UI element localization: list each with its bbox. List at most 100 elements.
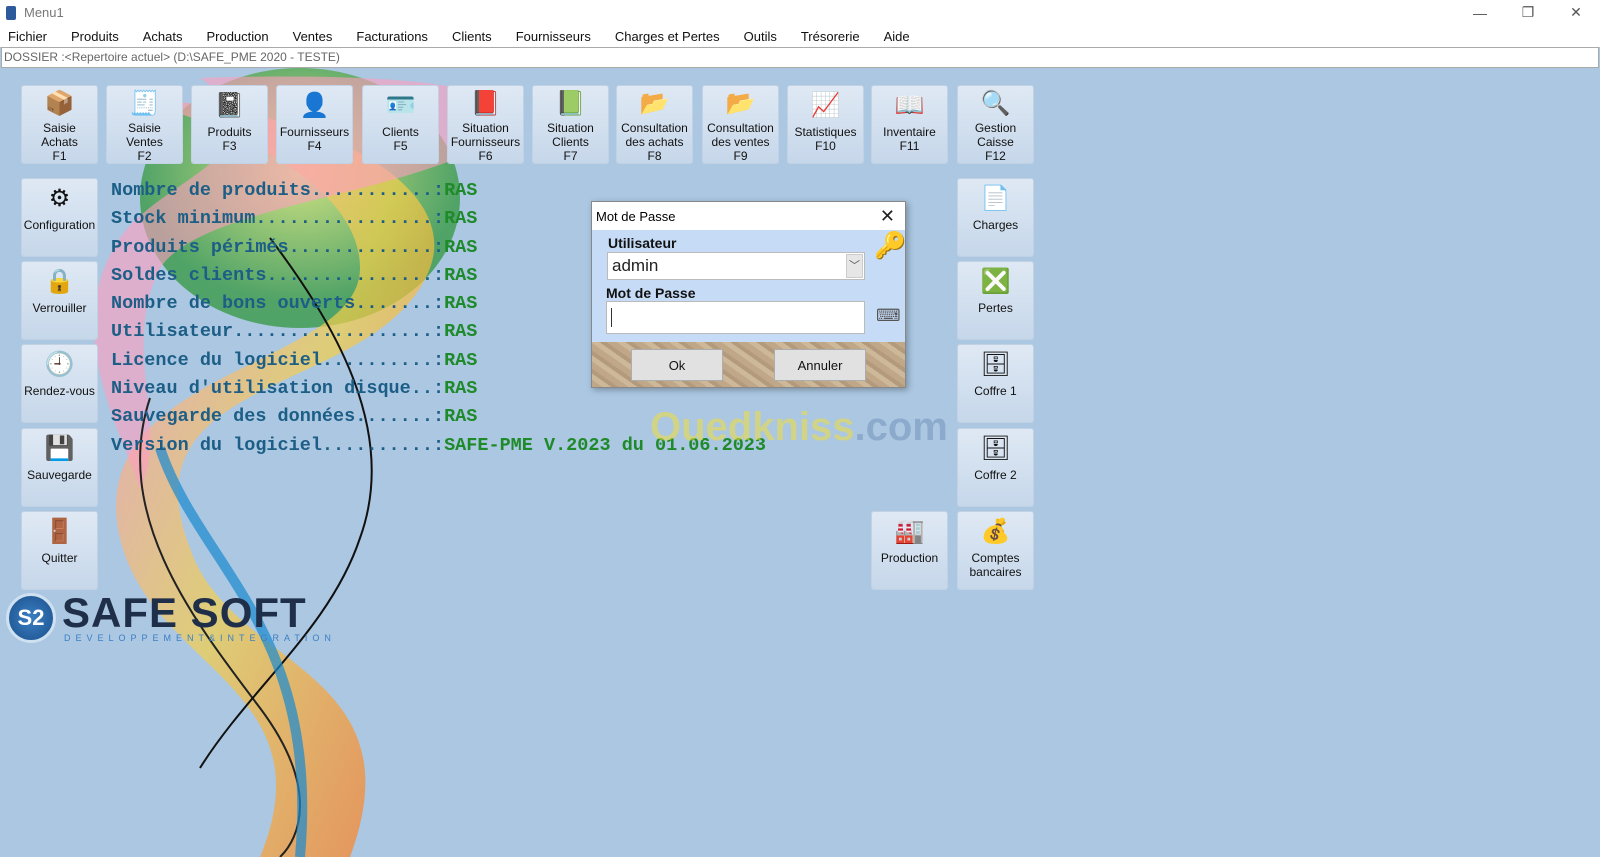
tile-label: bancaires xyxy=(969,565,1022,579)
menu-aide[interactable]: Aide xyxy=(876,29,922,44)
folder-icon: 📂 xyxy=(639,90,670,117)
tile-label: Clients xyxy=(552,135,589,149)
tile-gestion-caisse[interactable]: 🔍 Gestion Caisse F12 xyxy=(958,86,1033,163)
menu-fichier[interactable]: Fichier xyxy=(0,29,59,44)
tile-sauvegarde[interactable]: 💾 Sauvegarde xyxy=(22,429,97,506)
menu-clients[interactable]: Clients xyxy=(444,29,504,44)
user-label: Utilisateur xyxy=(608,235,677,251)
password-dialog: Mot de Passe ✕ Utilisateur admin ﹀ 🔑 Mot … xyxy=(591,201,906,388)
restore-button[interactable]: ❐ xyxy=(1504,0,1552,25)
tile-fournisseurs-f4[interactable]: 👤 Fournisseurs F4 xyxy=(277,86,352,163)
minimize-button[interactable]: — xyxy=(1456,0,1504,25)
tile-label: F8 xyxy=(647,149,662,163)
menu-ventes[interactable]: Ventes xyxy=(285,29,345,44)
tile-label: Consultation xyxy=(707,121,774,135)
window-title: Menu1 xyxy=(24,5,64,20)
info-value: RAS xyxy=(444,208,478,230)
tile-charges[interactable]: 📄 Charges xyxy=(958,179,1033,256)
tile-label: F5 xyxy=(393,139,408,153)
tile-label: Coffre 2 xyxy=(974,468,1017,482)
lock-icon: 🔒 xyxy=(44,268,75,295)
tile-label: F10 xyxy=(815,139,836,153)
menu-facturations[interactable]: Facturations xyxy=(348,29,440,44)
tile-label: Gestion xyxy=(974,121,1017,135)
info-label: Nombre de produits...........: xyxy=(111,180,445,201)
tile-coffre-2[interactable]: 🗄 Coffre 2 xyxy=(958,429,1033,506)
info-value: RAS xyxy=(444,321,478,343)
dialog-title: Mot de Passe xyxy=(596,208,676,224)
tile-produits-f3[interactable]: 📓 Produits F3 xyxy=(192,86,267,163)
password-input[interactable] xyxy=(606,301,865,334)
safe-icon: 🗄 xyxy=(980,435,1011,462)
tile-label: F2 xyxy=(137,149,152,163)
tile-statistiques-f10[interactable]: 📈 Statistiques F10 xyxy=(788,86,863,163)
virtual-keyboard-icon[interactable]: ⌨ xyxy=(876,306,901,326)
info-label: Utilisateur..................: xyxy=(111,321,445,343)
forklift-icon: 🏭 xyxy=(894,518,925,545)
tile-label: F1 xyxy=(52,149,67,163)
cancel-button[interactable]: Annuler xyxy=(774,349,866,381)
ok-button[interactable]: Ok xyxy=(631,349,723,381)
tile-label: Ventes xyxy=(126,135,163,149)
menu-trésorerie[interactable]: Trésorerie xyxy=(793,29,872,44)
tile-label: Saisie xyxy=(43,121,76,135)
tile-configuration[interactable]: ⚙ Configuration xyxy=(22,179,97,256)
tile-label: Configuration xyxy=(23,218,96,232)
tile-situation-clients[interactable]: 📗 Situation Clients F7 xyxy=(533,86,608,163)
tile-production[interactable]: 🏭 Production xyxy=(872,512,947,589)
tile-label: Caisse xyxy=(977,135,1014,149)
info-label: Version du logiciel..........: xyxy=(111,434,445,456)
tile-label: Inventaire xyxy=(883,125,936,139)
tile-label: F11 xyxy=(899,139,920,153)
tile-rendez-vous[interactable]: 🕘 Rendez-vous xyxy=(22,345,97,422)
user-combobox[interactable]: admin ﹀ xyxy=(607,252,865,280)
info-label: Licence du logiciel..........: xyxy=(111,349,445,371)
register-icon: 🧾 xyxy=(129,90,160,117)
dialog-button-bar: Ok Annuler xyxy=(592,342,905,387)
info-label: Soldes clients...............: xyxy=(111,264,445,286)
menu-produits[interactable]: Produits xyxy=(63,29,131,44)
tile-quitter[interactable]: 🚪 Quitter xyxy=(22,512,97,589)
dialog-close-button[interactable]: ✕ xyxy=(880,206,895,227)
menu-achats[interactable]: Achats xyxy=(135,29,195,44)
tile-label: Produits xyxy=(207,125,252,139)
tile-label: Coffre 1 xyxy=(974,384,1017,398)
tile-clients-f5[interactable]: 🪪 Clients F5 xyxy=(363,86,438,163)
magnifier-icon: 🔍 xyxy=(980,90,1011,117)
safe-soft-logo: S2 SAFE SOFT DEVELOPPEMENT&INTEGRATION xyxy=(6,592,336,643)
money-bag-icon: 💰 xyxy=(980,518,1011,545)
tile-situation-fournisseurs[interactable]: 📕 Situation Fournisseurs F6 xyxy=(448,86,523,163)
tile-consultation-des-achats[interactable]: 📂 Consultation des achats F8 xyxy=(617,86,692,163)
tile-label: Situation xyxy=(547,121,594,135)
menu-outils[interactable]: Outils xyxy=(736,29,789,44)
safe-icon: 🗄 xyxy=(980,351,1011,378)
tile-saisie-ventes[interactable]: 🧾 Saisie Ventes F2 xyxy=(107,86,182,163)
info-value: RAS xyxy=(444,349,478,371)
tile-saisie-achats[interactable]: 📦 Saisie Achats F1 xyxy=(22,86,97,163)
tile-label: Comptes xyxy=(971,551,1020,565)
tile-label: Achats xyxy=(41,135,78,149)
tile-coffre-1[interactable]: 🗄 Coffre 1 xyxy=(958,345,1033,422)
password-label: Mot de Passe xyxy=(606,285,696,301)
tile-label: F12 xyxy=(985,149,1006,163)
tile-label: Saisie xyxy=(128,121,161,135)
floppy-icon: 💾 xyxy=(44,435,75,462)
tile-label: Production xyxy=(880,551,939,565)
keys-icon: 🔑 xyxy=(874,230,907,260)
box-cross-icon: ❎ xyxy=(980,268,1011,295)
box-icon: 📦 xyxy=(44,90,75,117)
info-label: Sauvegarde des données.......: xyxy=(111,406,445,428)
chevron-down-icon[interactable]: ﹀ xyxy=(846,254,863,278)
tile-comptes[interactable]: 💰 Comptes bancaires xyxy=(958,512,1033,589)
info-value: RAS xyxy=(444,180,478,201)
tile-consultation-des-ventes[interactable]: 📂 Consultation des ventes F9 xyxy=(703,86,778,163)
tile-label: Verrouiller xyxy=(32,301,87,315)
tile-inventaire-f11[interactable]: 📖 Inventaire F11 xyxy=(872,86,947,163)
menu-charges-et-pertes[interactable]: Charges et Pertes xyxy=(607,29,732,44)
menu-production[interactable]: Production xyxy=(198,29,280,44)
tile-pertes[interactable]: ❎ Pertes xyxy=(958,262,1033,339)
close-button[interactable]: ✕ xyxy=(1552,0,1600,25)
menu-fournisseurs[interactable]: Fournisseurs xyxy=(508,29,603,44)
tile-verrouiller[interactable]: 🔒 Verrouiller xyxy=(22,262,97,339)
person-icon: 👤 xyxy=(299,92,330,119)
